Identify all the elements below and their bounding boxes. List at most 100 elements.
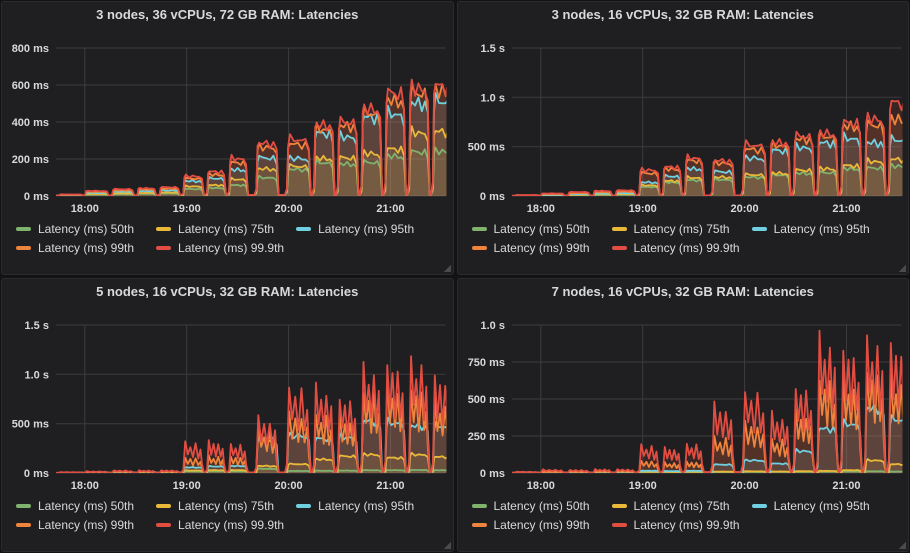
legend-item-99th[interactable]: Latency (ms) 99th [472, 518, 590, 532]
legend-item-50th[interactable]: Latency (ms) 50th [16, 499, 134, 513]
legend-item-95th[interactable]: Latency (ms) 95th [296, 222, 414, 236]
legend-item-99-9th[interactable]: Latency (ms) 99.9th [156, 518, 284, 532]
legend-item-99th[interactable]: Latency (ms) 99th [16, 518, 134, 532]
legend-label: Latency (ms) 75th [178, 222, 274, 236]
series-swatch-icon [296, 504, 311, 508]
legend-label: Latency (ms) 50th [38, 499, 134, 513]
legend-label: Latency (ms) 50th [494, 222, 590, 236]
panel-5nodes-16vcpus: 5 nodes, 16 vCPUs, 32 GB RAM: Latencies … [1, 278, 454, 552]
legend-label: Latency (ms) 99.9th [178, 518, 284, 532]
svg-text:20:00: 20:00 [275, 480, 303, 492]
svg-text:400 ms: 400 ms [12, 117, 49, 129]
legend-row: Latency (ms) 50th Latency (ms) 75th Late… [16, 219, 453, 238]
legend-label: Latency (ms) 99th [494, 518, 590, 532]
panel-resize-grip[interactable] [443, 264, 451, 272]
svg-text:0 ms: 0 ms [24, 191, 49, 203]
legend-item-50th[interactable]: Latency (ms) 50th [16, 222, 134, 236]
svg-text:500 ms: 500 ms [467, 394, 504, 406]
series-swatch-icon [472, 523, 487, 527]
legend-row: Latency (ms) 99th Latency (ms) 99.9th [16, 515, 453, 534]
legend-item-95th[interactable]: Latency (ms) 95th [752, 499, 870, 513]
series-swatch-icon [156, 246, 171, 250]
series-swatch-icon [612, 523, 627, 527]
svg-text:0 ms: 0 ms [24, 468, 49, 480]
legend-row: Latency (ms) 50th Latency (ms) 75th Late… [472, 219, 909, 238]
legend-item-75th[interactable]: Latency (ms) 75th [156, 222, 274, 236]
legend-item-99-9th[interactable]: Latency (ms) 99.9th [156, 241, 284, 255]
series-swatch-icon [752, 227, 767, 231]
panel-resize-grip[interactable] [898, 264, 906, 272]
svg-text:500 ms: 500 ms [12, 419, 49, 431]
svg-text:0 ms: 0 ms [479, 468, 504, 480]
svg-text:0 ms: 0 ms [479, 191, 504, 203]
series-swatch-icon [472, 246, 487, 250]
legend: Latency (ms) 50th Latency (ms) 75th Late… [2, 218, 453, 257]
latency-chart[interactable]: 800 ms600 ms400 ms200 ms0 ms18:0019:0020… [2, 28, 453, 218]
legend-label: Latency (ms) 75th [178, 499, 274, 513]
latency-chart[interactable]: 1.0 s 750 ms 500 ms 250 ms 0 ms 18:00 19:00 20:… [458, 305, 909, 495]
series-swatch-icon [16, 227, 31, 231]
legend-row: Latency (ms) 50th Latency (ms) 75th Late… [472, 496, 909, 515]
latency-chart[interactable]: 1.5 s1.0 s500 ms0 ms18:0019:0020:0021:00 [2, 305, 453, 495]
panel-3nodes-16vcpus: 3 nodes, 16 vCPUs, 32 GB RAM: Latencies … [457, 1, 910, 275]
svg-text:1.5 s: 1.5 s [25, 320, 49, 332]
legend-label: Latency (ms) 99th [38, 241, 134, 255]
svg-text:1.0 s: 1.0 s [480, 320, 504, 332]
legend-label: Latency (ms) 99.9th [634, 518, 740, 532]
legend-item-99th[interactable]: Latency (ms) 99th [16, 241, 134, 255]
svg-text:500 ms: 500 ms [467, 142, 504, 154]
series-swatch-icon [156, 227, 171, 231]
legend-item-99th[interactable]: Latency (ms) 99th [472, 241, 590, 255]
svg-text:250 ms: 250 ms [467, 431, 504, 443]
svg-text:18:00: 18:00 [71, 203, 99, 215]
legend-item-75th[interactable]: Latency (ms) 75th [612, 499, 730, 513]
legend-label: Latency (ms) 95th [774, 499, 870, 513]
panel-7nodes-16vcpus: 7 nodes, 16 vCPUs, 32 GB RAM: Latencies … [457, 278, 910, 552]
series-swatch-icon [16, 504, 31, 508]
series-swatch-icon [472, 504, 487, 508]
legend-item-75th[interactable]: Latency (ms) 75th [156, 499, 274, 513]
legend-label: Latency (ms) 99th [494, 241, 590, 255]
legend-label: Latency (ms) 95th [318, 222, 414, 236]
legend-label: Latency (ms) 50th [38, 222, 134, 236]
legend-label: Latency (ms) 50th [494, 499, 590, 513]
svg-text:20:00: 20:00 [730, 203, 758, 215]
legend-label: Latency (ms) 99.9th [634, 241, 740, 255]
series-swatch-icon [156, 523, 171, 527]
legend-item-75th[interactable]: Latency (ms) 75th [612, 222, 730, 236]
legend-item-99-9th[interactable]: Latency (ms) 99.9th [612, 518, 740, 532]
legend-label: Latency (ms) 99.9th [178, 241, 284, 255]
legend-item-95th[interactable]: Latency (ms) 95th [752, 222, 870, 236]
panel-title[interactable]: 7 nodes, 16 vCPUs, 32 GB RAM: Latencies [458, 279, 909, 305]
series-swatch-icon [156, 504, 171, 508]
legend-row: Latency (ms) 99th Latency (ms) 99.9th [472, 515, 909, 534]
legend-item-50th[interactable]: Latency (ms) 50th [472, 222, 590, 236]
svg-text:19:00: 19:00 [628, 203, 656, 215]
series-swatch-icon [612, 227, 627, 231]
legend-label: Latency (ms) 95th [318, 499, 414, 513]
latency-chart[interactable]: 1.5 s1.0 s500 ms0 ms18:0019:0020:0021:00 [458, 28, 909, 218]
series-swatch-icon [472, 227, 487, 231]
legend-label: Latency (ms) 95th [774, 222, 870, 236]
svg-text:18:00: 18:00 [526, 480, 554, 492]
panel-title[interactable]: 3 nodes, 16 vCPUs, 32 GB RAM: Latencies [458, 2, 909, 28]
legend: Latency (ms) 50th Latency (ms) 75th Late… [458, 495, 909, 534]
svg-text:20:00: 20:00 [730, 480, 758, 492]
svg-text:18:00: 18:00 [71, 480, 99, 492]
svg-text:21:00: 21:00 [376, 203, 404, 215]
svg-text:200 ms: 200 ms [12, 154, 49, 166]
panel-resize-grip[interactable] [898, 541, 906, 549]
svg-text:19:00: 19:00 [173, 480, 201, 492]
series-swatch-icon [16, 246, 31, 250]
legend: Latency (ms) 50th Latency (ms) 75th Late… [2, 495, 453, 534]
svg-text:750 ms: 750 ms [467, 357, 504, 369]
svg-text:18:00: 18:00 [526, 203, 554, 215]
svg-text:19:00: 19:00 [628, 480, 656, 492]
panel-title[interactable]: 3 nodes, 36 vCPUs, 72 GB RAM: Latencies [2, 2, 453, 28]
legend-item-95th[interactable]: Latency (ms) 95th [296, 499, 414, 513]
panel-title[interactable]: 5 nodes, 16 vCPUs, 32 GB RAM: Latencies [2, 279, 453, 305]
series-swatch-icon [16, 523, 31, 527]
legend-item-99-9th[interactable]: Latency (ms) 99.9th [612, 241, 740, 255]
panel-resize-grip[interactable] [443, 541, 451, 549]
legend-item-50th[interactable]: Latency (ms) 50th [472, 499, 590, 513]
